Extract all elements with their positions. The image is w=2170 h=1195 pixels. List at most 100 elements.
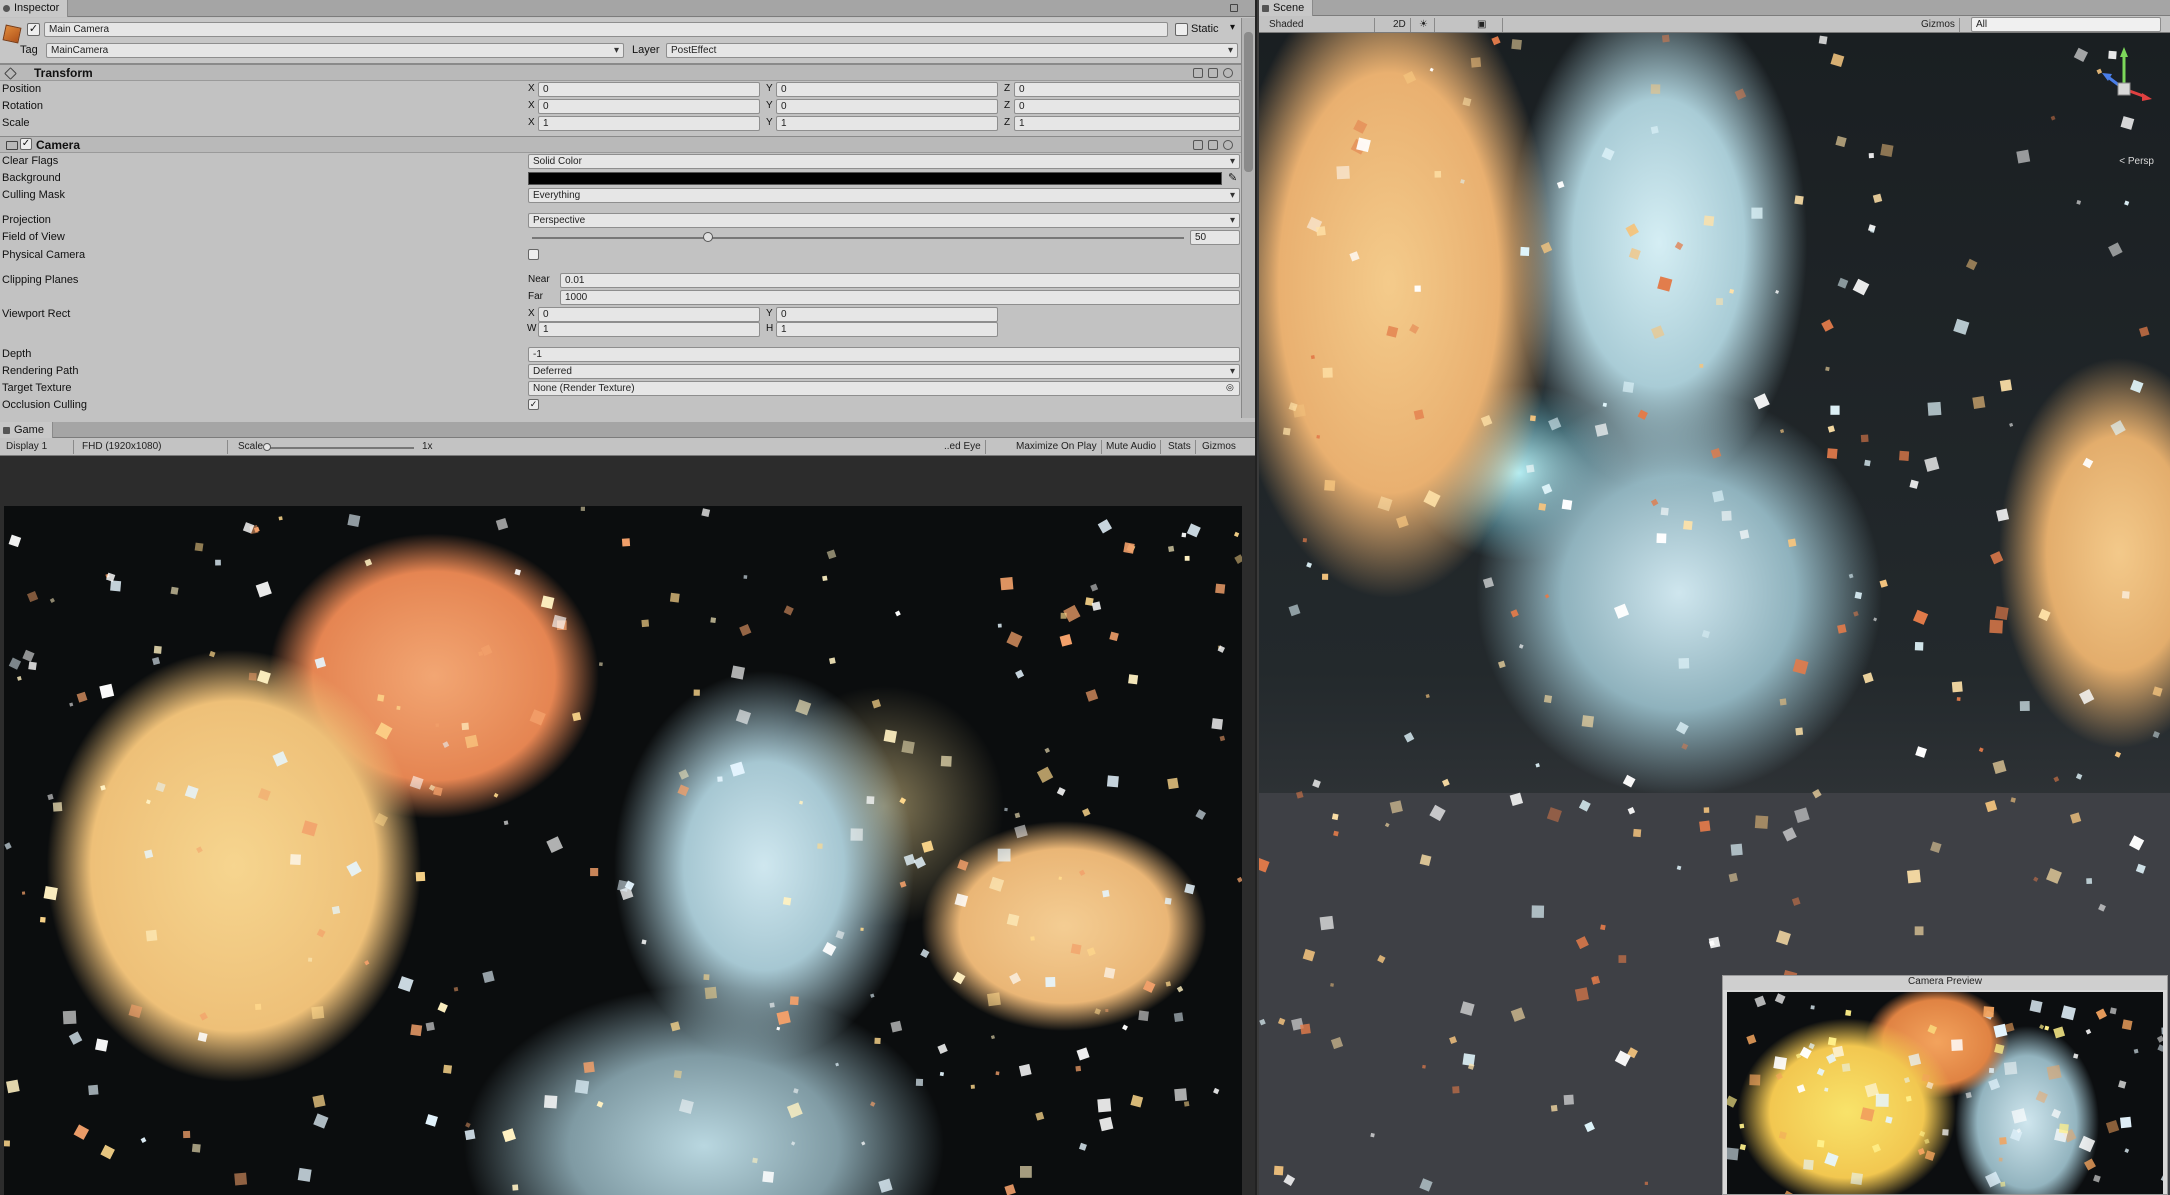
help-icon[interactable] [1193, 140, 1203, 150]
particle [21, 891, 26, 895]
perspective-label[interactable]: < Persp [2119, 156, 2154, 167]
camera-header[interactable]: ✓ Camera [0, 136, 1241, 153]
particle [1816, 1068, 1825, 1076]
rotation-x-field[interactable]: 0 [538, 99, 760, 114]
scale-z-field[interactable]: 1 [1014, 116, 1240, 131]
depth-field[interactable]: -1 [528, 347, 1240, 362]
object-picker-icon[interactable]: ◎ [1226, 382, 1234, 393]
game-viewport[interactable] [4, 506, 1242, 1195]
rendering-path-dropdown[interactable]: Deferred [528, 364, 1240, 379]
lock-icon[interactable] [1230, 4, 1238, 12]
background-color-swatch[interactable] [528, 172, 1222, 185]
fov-slider-thumb[interactable] [703, 232, 714, 242]
viewport-x-field[interactable]: 0 [538, 307, 760, 322]
particle [257, 788, 271, 801]
rotation-z-field[interactable]: 0 [1014, 99, 1240, 114]
layer-dropdown[interactable]: PostEffect [666, 43, 1238, 58]
particle [730, 665, 745, 680]
target-texture-field[interactable]: None (Render Texture) [528, 381, 1240, 396]
gizmos-dropdown[interactable]: Gizmos [1198, 440, 1240, 454]
toolbar-prefix[interactable]: ..ed Eye [940, 440, 986, 454]
rotation-y-field[interactable]: 0 [776, 99, 998, 114]
scene-gizmos-dropdown[interactable]: Gizmos [1917, 18, 1960, 32]
particle [2114, 751, 2122, 758]
preset-icon[interactable] [1208, 140, 1218, 150]
particle [375, 722, 393, 740]
inspector-scrollbar-thumb[interactable] [1244, 32, 1253, 172]
transform-header[interactable]: Transform [0, 64, 1241, 81]
viewport-h-field[interactable]: 1 [776, 322, 998, 337]
particle [1302, 538, 1308, 543]
active-checkbox[interactable]: ✓ [27, 23, 40, 36]
display-dropdown[interactable]: Display 1 [2, 440, 74, 454]
help-icon[interactable] [1193, 68, 1203, 78]
particle [574, 1079, 590, 1095]
near-field[interactable]: 0.01 [560, 273, 1240, 288]
particle [1109, 631, 1119, 642]
stats-toggle[interactable]: Stats [1164, 440, 1196, 454]
mute-audio-toggle[interactable]: Mute Audio [1102, 440, 1162, 454]
particle [529, 709, 546, 726]
tag-dropdown[interactable]: MainCamera [46, 43, 624, 58]
viewport-w-field[interactable]: 1 [538, 322, 760, 337]
scale-x-field[interactable]: 1 [538, 116, 760, 131]
particle [1581, 715, 1595, 728]
preset-icon[interactable] [1208, 68, 1218, 78]
fov-slider-track[interactable] [532, 237, 1184, 239]
tab-scene[interactable]: Scene [1259, 0, 1314, 16]
rendering-path-row: Rendering Path Deferred [0, 363, 1241, 380]
viewport-y-field[interactable]: 0 [776, 307, 998, 322]
2d-toggle[interactable]: 2D [1389, 18, 1411, 32]
particle [196, 846, 203, 854]
camera-enabled-checkbox[interactable]: ✓ [20, 138, 32, 150]
particle [1099, 1116, 1114, 1132]
static-checkbox[interactable] [1175, 23, 1188, 36]
clear-flags-label: Clear Flags [2, 155, 59, 167]
scale-slider-track[interactable] [264, 447, 414, 449]
lighting-icon[interactable]: ☀ [1415, 18, 1435, 32]
gameobject-name-field[interactable]: Main Camera [44, 22, 1168, 37]
shading-mode-dropdown[interactable]: Shaded [1265, 18, 1375, 32]
clear-flags-dropdown[interactable]: Solid Color [528, 154, 1240, 169]
particle [970, 1084, 975, 1089]
gear-icon[interactable] [1223, 140, 1233, 150]
particle [308, 957, 313, 962]
far-field[interactable]: 1000 [560, 290, 1240, 305]
eyedropper-icon[interactable]: ✎ [1228, 171, 1237, 184]
fov-value-field[interactable]: 50 [1190, 230, 1240, 245]
scale-slider-thumb[interactable] [263, 443, 271, 451]
camera-title: Camera [36, 138, 81, 152]
maximize-on-play-toggle[interactable]: Maximize On Play [1012, 440, 1102, 454]
gear-icon[interactable] [1223, 68, 1233, 78]
position-x-field[interactable]: 0 [538, 82, 760, 97]
occlusion-culling-checkbox[interactable]: ✓ [528, 399, 539, 410]
particle [1988, 1067, 1995, 1074]
tab-game[interactable]: Game [0, 422, 53, 438]
tab-inspector[interactable]: Inspector [0, 0, 69, 17]
fov-label: Field of View [2, 231, 65, 243]
particle [1792, 658, 1809, 675]
particle [1130, 1094, 1144, 1108]
particle [1885, 1116, 1893, 1124]
inspector-scrollbar[interactable] [1241, 18, 1255, 418]
projection-dropdown[interactable]: Perspective [528, 213, 1240, 228]
scene-search-input[interactable]: All [1971, 17, 2161, 32]
particle [1872, 193, 1883, 204]
particle [1353, 119, 1368, 134]
particle [1538, 503, 1547, 511]
particle [678, 769, 689, 780]
orientation-gizmo[interactable] [2094, 41, 2154, 131]
position-y-field[interactable]: 0 [776, 82, 998, 97]
physical-camera-checkbox[interactable] [528, 249, 539, 260]
particle [1751, 207, 1763, 219]
particle [316, 928, 326, 938]
culling-mask-dropdown[interactable]: Everything [528, 188, 1240, 203]
static-dropdown-icon[interactable]: ▾ [1230, 22, 1235, 33]
resolution-dropdown[interactable]: FHD (1920x1080) [78, 440, 228, 454]
particle [1316, 435, 1321, 439]
scale-y-field[interactable]: 1 [776, 116, 998, 131]
effects-icon[interactable]: ▣ [1473, 18, 1503, 32]
position-z-field[interactable]: 0 [1014, 82, 1240, 97]
particle [1409, 323, 1420, 334]
particle [1419, 1178, 1433, 1192]
